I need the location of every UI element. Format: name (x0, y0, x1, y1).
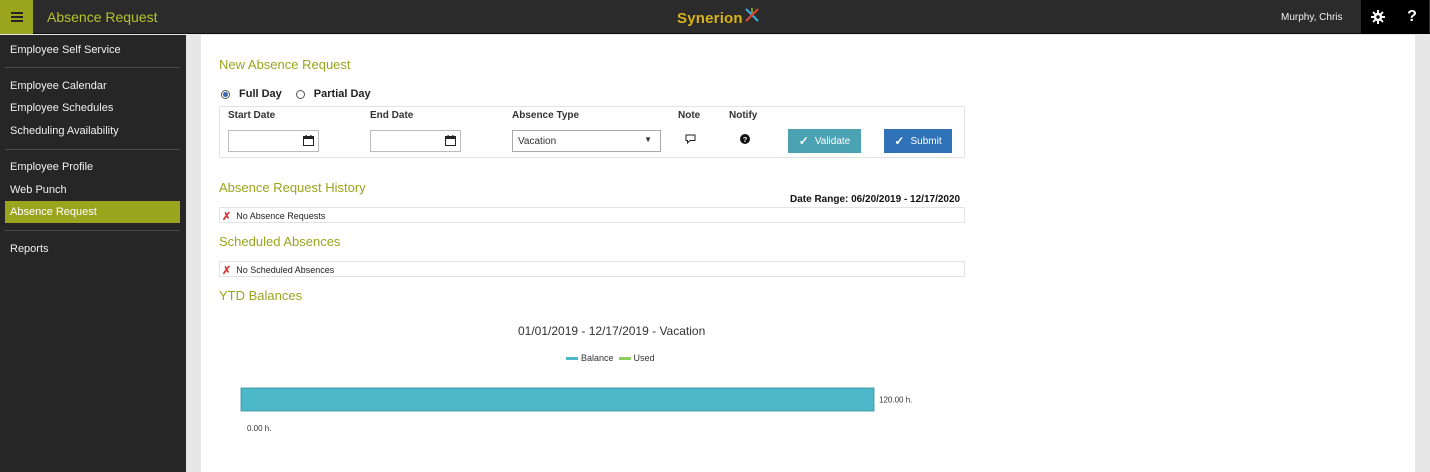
calendar-icon[interactable] (445, 135, 456, 146)
ytd-balance-chart: 120.00 h. 0.00 h. (240, 387, 912, 433)
sidebar-item-absence-request[interactable]: Absence Request (5, 201, 180, 223)
partial-day-radio[interactable] (295, 89, 305, 99)
sidebar-divider (5, 230, 180, 231)
user-name[interactable]: Murphy, Chris (1281, 12, 1343, 23)
legend-label-used: Used (633, 353, 655, 363)
x-icon: ✗ (222, 264, 232, 277)
bar-balance[interactable] (240, 387, 875, 412)
legend-label-balance: Balance (581, 353, 614, 363)
legend-swatch-used (618, 356, 631, 360)
app-title: Absence Request (47, 9, 158, 25)
main-content: New Absence Request Full Day Partial Day… (201, 35, 1415, 472)
absence-request-form: Start Date End Date Absence Type Note No… (219, 106, 965, 158)
settings-button[interactable] (1361, 0, 1395, 34)
full-day-label[interactable]: Full Day (239, 88, 282, 100)
chart-title: 01/01/2019 - 12/17/2019 - Vacation (518, 324, 706, 338)
validate-button[interactable]: ✓ Validate (788, 129, 861, 153)
comment-icon[interactable] (685, 134, 696, 144)
submit-button[interactable]: ✓ Submit (884, 129, 952, 153)
note-label: Note (678, 110, 701, 121)
legend-swatch-balance (566, 356, 578, 360)
calendar-icon[interactable] (303, 135, 314, 146)
sidebar-divider (5, 149, 180, 150)
validate-label: Validate (814, 135, 851, 147)
legend-item-used[interactable]: Used (618, 353, 655, 363)
submit-label: Submit (910, 135, 942, 147)
dropdown-caret-icon: ▼ (644, 135, 652, 144)
legend-item-balance[interactable]: Balance (566, 353, 614, 363)
absence-type-label: Absence Type (512, 110, 580, 121)
absence-type-select[interactable]: Vacation ▼ (512, 130, 661, 152)
notify-label: Notify (729, 110, 758, 121)
scheduled-absences-title: Scheduled Absences (219, 234, 341, 249)
x-icon: ✗ (222, 210, 232, 223)
sidebar-item-employee-schedules[interactable]: Employee Schedules (10, 102, 113, 114)
start-date-label: Start Date (228, 110, 276, 121)
logo-mark-icon (745, 8, 759, 22)
check-icon: ✓ (798, 134, 809, 148)
ytd-balances-title: YTD Balances (219, 288, 303, 303)
synerion-logo: Synerion (677, 6, 760, 30)
sidebar-divider (5, 67, 180, 68)
full-day-radio[interactable] (221, 89, 230, 99)
end-date-label: End Date (370, 110, 414, 121)
bar-label-used: 0.00 h. (247, 424, 271, 433)
day-type-options: Full Day Partial Day (221, 88, 385, 100)
svg-text:?: ? (743, 135, 748, 144)
chart-legend: Balance Used (566, 353, 660, 363)
gear-icon (1371, 10, 1385, 24)
partial-day-label[interactable]: Partial Day (314, 88, 371, 100)
sidebar-item-web-punch[interactable]: Web Punch (10, 184, 67, 196)
absence-request-history-title: Absence Request History (219, 180, 366, 195)
bar-label-balance: 120.00 h. (879, 396, 912, 405)
hamburger-icon (10, 12, 23, 22)
new-absence-request-title: New Absence Request (219, 57, 351, 72)
no-absence-requests-text: No Absence Requests (236, 211, 326, 221)
top-bar: Absence Request Synerion Murphy, Chris ? (0, 0, 1430, 34)
sidebar-item-scheduling-availability[interactable]: Scheduling Availability (10, 125, 119, 137)
right-scroll-area (1415, 35, 1430, 472)
check-icon: ✓ (894, 134, 905, 148)
sidebar-item-employee-calendar[interactable]: Employee Calendar (10, 80, 107, 92)
no-scheduled-absences-row: ✗ No Scheduled Absences (219, 261, 965, 277)
sidebar-item-employee-profile[interactable]: Employee Profile (10, 161, 93, 173)
sidebar-item-reports[interactable]: Reports (10, 243, 49, 255)
no-absence-requests-row: ✗ No Absence Requests (219, 207, 965, 223)
no-scheduled-absences-text: No Scheduled Absences (236, 265, 335, 275)
sidebar: Employee Self Service Employee Calendar … (0, 35, 186, 472)
help-button[interactable]: ? (1395, 0, 1429, 34)
menu-button[interactable] (0, 0, 33, 34)
sidebar-item-employee-self-service[interactable]: Employee Self Service (10, 44, 121, 56)
question-circle-icon[interactable]: ? (740, 134, 750, 144)
date-range: Date Range: 06/20/2019 - 12/17/2020 (790, 194, 961, 205)
absence-type-value: Vacation (518, 136, 557, 147)
